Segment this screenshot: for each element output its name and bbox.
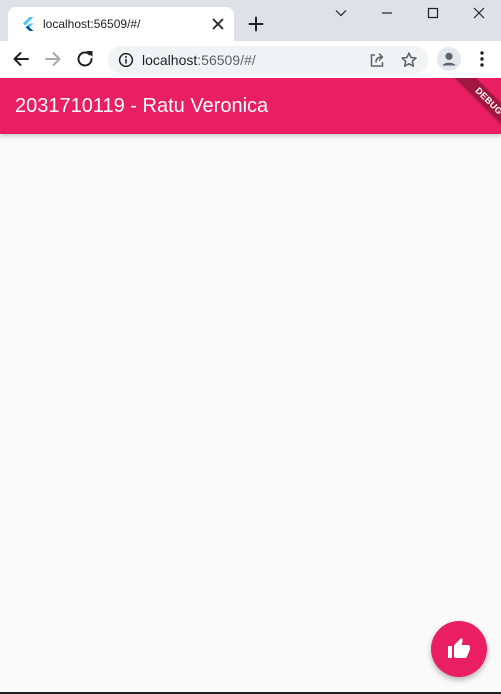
tab-title: localhost:56509/#/ — [43, 17, 141, 31]
minimize-icon[interactable] — [364, 0, 410, 28]
maximize-icon[interactable] — [410, 0, 456, 28]
chevron-down-icon[interactable] — [318, 0, 364, 28]
star-icon[interactable] — [400, 51, 418, 69]
forward-arrow-icon[interactable] — [41, 47, 65, 71]
like-fab-button[interactable] — [431, 621, 487, 677]
url-host: localhost — [142, 52, 198, 68]
browser-window: localhost:56509/#/ localhost:56509/#/ 20… — [0, 0, 501, 694]
page-title: 2031710119 - Ratu Veronica — [15, 95, 269, 117]
browser-toolbar: localhost:56509/#/ — [0, 41, 501, 78]
share-icon[interactable] — [368, 51, 386, 69]
back-arrow-icon[interactable] — [9, 47, 33, 71]
debug-banner-label: DEBUG — [454, 78, 501, 134]
debug-banner: DEBUG — [445, 78, 501, 134]
app-bar: 2031710119 - Ratu Veronica DEBUG — [0, 78, 501, 134]
tab-close-icon[interactable] — [209, 15, 227, 33]
profile-icon[interactable] — [437, 47, 461, 71]
app-body — [0, 134, 501, 692]
close-icon[interactable] — [456, 0, 501, 28]
url-text: localhost:56509/#/ — [142, 52, 256, 68]
browser-tab[interactable]: localhost:56509/#/ — [8, 7, 234, 41]
kebab-menu-icon[interactable] — [470, 47, 494, 71]
thumb-up-icon — [448, 638, 470, 658]
flutter-icon — [23, 17, 34, 31]
tab-strip: localhost:56509/#/ — [0, 0, 501, 41]
address-bar[interactable]: localhost:56509/#/ — [108, 46, 428, 74]
reload-icon[interactable] — [73, 47, 97, 71]
plus-icon[interactable] — [244, 12, 268, 36]
info-icon[interactable] — [118, 52, 134, 68]
url-path: :56509/#/ — [197, 52, 256, 68]
